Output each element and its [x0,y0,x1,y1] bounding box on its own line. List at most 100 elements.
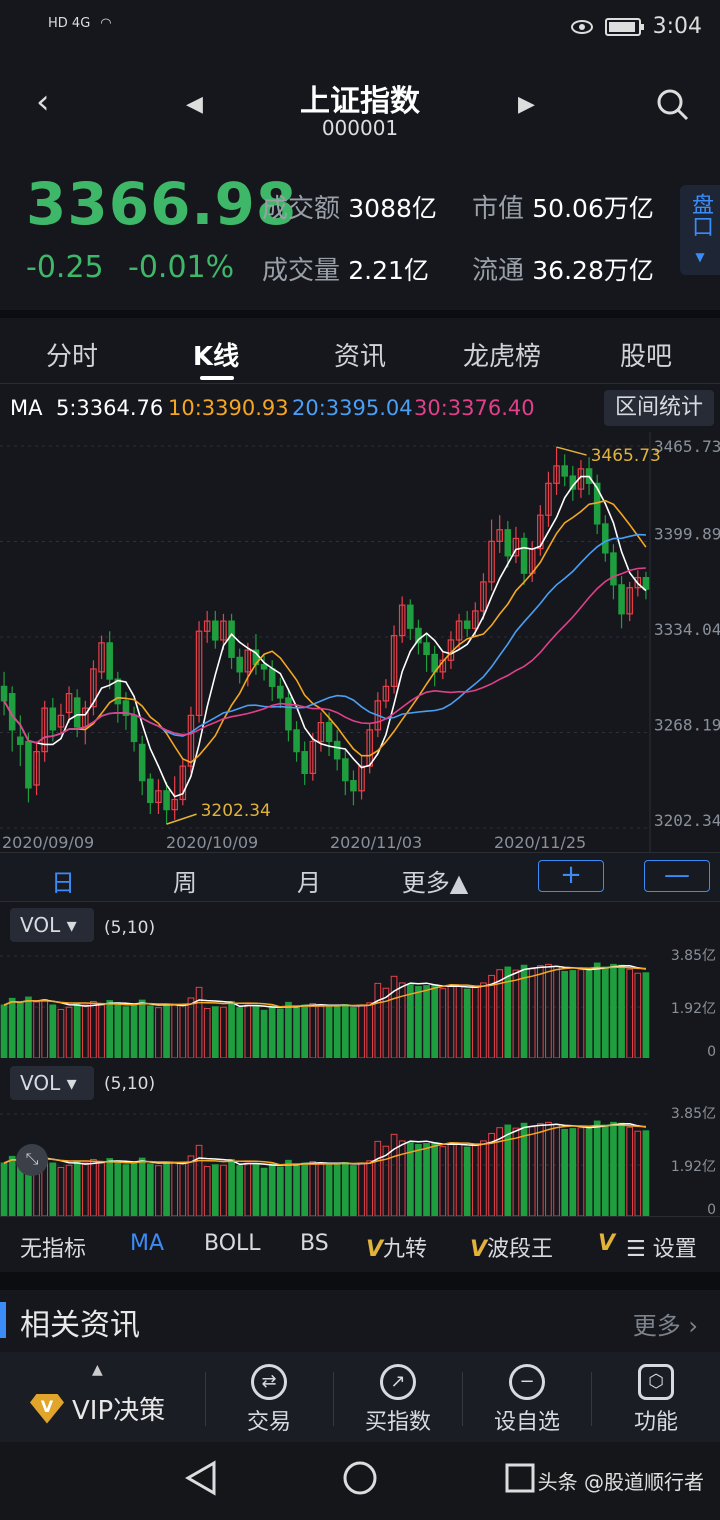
tab-timeshare[interactable]: 分时 [12,336,132,373]
volume-bar [358,1004,365,1058]
volume-bar [146,1163,154,1216]
low-pointer [166,813,197,825]
volume-bar [122,1006,130,1058]
period-day[interactable]: 日 [8,863,118,898]
trade-button[interactable]: ⇄ 交易 [214,1364,324,1436]
candle-body [138,743,146,782]
function-button[interactable]: ⬡ 功能 [601,1364,711,1436]
volume-bar [317,1163,325,1216]
settings-button[interactable]: ☰ 设置 [626,1231,697,1263]
volume-bar [447,1143,455,1216]
period-month[interactable]: 月 [254,863,364,898]
candle-body [561,465,568,477]
stock-code: 000001 [321,116,399,140]
pankou-label: 盘口 [688,193,713,237]
volume-bar [203,1008,211,1058]
ind-ma[interactable]: MA [130,1231,164,1256]
candle-body [342,758,349,782]
volume-bar [536,1123,544,1216]
system-nav-bar: 头条 @股道顺行者 [0,1442,720,1520]
volume-bar [423,1143,430,1216]
y-tick-label: 3465.73 [654,437,720,456]
volume-bar [325,1162,333,1216]
eye-icon [570,19,593,34]
zoom-out-button[interactable]: — [644,860,710,892]
ind-wave[interactable]: V波段王 [470,1231,553,1263]
volume-bar [260,1009,268,1058]
y-tick-label: 3334.04 [654,620,720,639]
period-more[interactable]: 更多▲ [380,863,490,898]
volume-bar [33,1001,40,1058]
volume-bar [642,1130,650,1216]
news-title: 相关资讯 [20,1308,140,1343]
volume-bar [179,1161,187,1216]
index-change: -0.25 [26,250,104,285]
news-more-link[interactable]: 更多 › [633,1306,698,1341]
candle-body [293,729,300,753]
tab-kline[interactable]: K线 [156,336,276,373]
candle-body [504,529,512,557]
ind-nine[interactable]: V九转 [366,1231,427,1263]
kline-chart[interactable]: 3465.73 3399.89 3334.04 3268.19 3202.34 3465.… [0,432,720,852]
candle-body [236,656,243,673]
volume-bar [350,1165,357,1216]
candle-body [350,780,357,792]
v-mark-icon: V [366,1237,384,1262]
expand-icon[interactable]: ⤡ [16,1144,48,1176]
x-tick-label: 2020/10/09 [166,833,258,852]
candle-body [285,697,292,731]
divider [462,1372,463,1426]
nav-home-icon[interactable] [342,1460,378,1500]
zoom-in-button[interactable]: + [538,860,604,892]
ind-bs[interactable]: BS [300,1231,329,1256]
volume-bar [293,1163,300,1216]
tab-forum[interactable]: 股吧 [586,336,706,373]
volume-bar [98,1162,105,1216]
ind-boll[interactable]: BOLL [204,1231,261,1256]
vol-params-2: (5,10) [104,1074,156,1094]
volume-bar [610,1121,617,1216]
vol-ma10-line [3,1124,646,1166]
pankou-tab[interactable]: 盘口 ▼ [680,185,720,275]
nav-back-icon[interactable] [184,1460,218,1500]
period-week[interactable]: 周 [130,863,240,898]
volume-bar [366,1160,374,1216]
search-icon[interactable] [656,88,690,126]
vol-selector-2[interactable]: VOL ▾ [10,1066,94,1100]
volume-bar [244,1004,252,1058]
vol-tick-label: 0 [707,1202,716,1216]
volume-bar [171,1162,179,1216]
range-stat-button[interactable]: 区间统计 [604,390,714,426]
index-price: 3366.98 [26,170,298,238]
ind-v[interactable]: V [598,1231,615,1256]
next-stock-icon[interactable]: ▶ [518,92,535,117]
volume-bar [285,1001,292,1058]
divider [333,1372,334,1426]
volume-bar [138,999,146,1058]
candle-body [130,714,138,743]
vol-selector-1[interactable]: VOL ▾ [10,908,94,942]
nav-recent-icon[interactable] [504,1462,536,1498]
ma30-line [3,567,646,744]
add-watchlist-button[interactable]: − 设自选 [472,1364,582,1436]
tab-news[interactable]: 资讯 [300,336,420,373]
tab-dragon-tiger[interactable]: 龙虎榜 [442,336,562,373]
vip-button[interactable]: V VIP决策 [30,1390,165,1427]
volume-bar [406,984,414,1058]
vol-ma10-line [3,966,646,1008]
battery-icon [604,17,644,36]
buy-index-button[interactable]: ↗ 买指数 [343,1364,453,1436]
volume-bar [106,1158,114,1216]
volume-bar [488,1132,495,1216]
volume-bar [577,969,585,1058]
volume-bar [341,1004,349,1058]
ma20-value: 20:3395.04 [292,396,413,420]
volume-bar [301,1004,309,1058]
candle-body [602,523,609,554]
ind-none[interactable]: 无指标 [20,1231,86,1263]
volume-bar [512,969,520,1058]
volume-bar [642,972,650,1058]
volume-bar [398,982,406,1058]
volume: 成交量 2.21亿 [262,256,429,286]
volume-bar [415,985,422,1058]
